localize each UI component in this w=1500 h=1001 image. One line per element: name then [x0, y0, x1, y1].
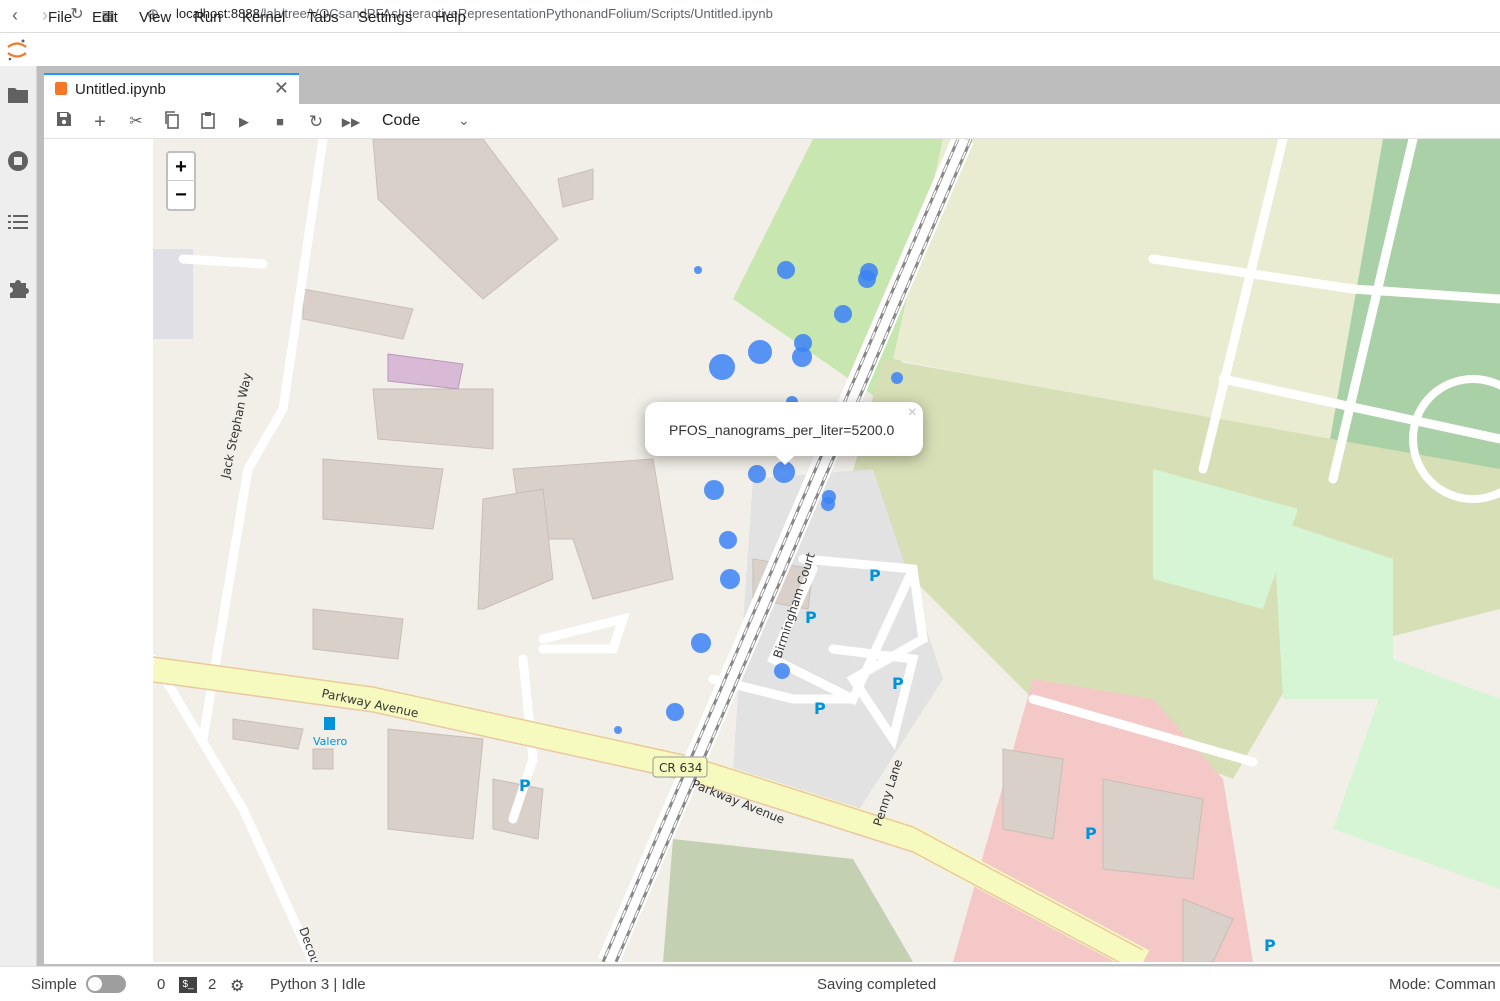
zoom-in-button[interactable]: +: [166, 151, 196, 181]
menu-settings[interactable]: Settings: [358, 9, 412, 26]
sample-marker[interactable]: [748, 465, 766, 483]
cell-type-select[interactable]: Code: [382, 112, 420, 130]
popup-close-icon[interactable]: ×: [908, 404, 917, 422]
sample-marker[interactable]: [720, 569, 740, 589]
notebook-icon: [55, 82, 67, 95]
status-bar: [0, 966, 1500, 1001]
kernel-gear-icon[interactable]: ⚙: [230, 976, 244, 996]
copy-icon[interactable]: [161, 111, 183, 133]
run-all-icon[interactable]: ▶▶: [340, 111, 362, 133]
svg-text:P: P: [805, 608, 817, 627]
sample-marker[interactable]: [777, 261, 795, 279]
run-icon[interactable]: ▶: [233, 111, 255, 133]
save-icon[interactable]: [53, 111, 75, 133]
stop-icon[interactable]: ■: [269, 111, 291, 133]
map-tiles: P P P P P P P Jack Stephan Way Parkway A…: [153, 139, 1500, 962]
tab-title: Untitled.ipynb: [75, 81, 166, 98]
sample-marker[interactable]: [834, 305, 852, 323]
notebook-mode: Mode: Comman: [1389, 976, 1496, 993]
terminal-icon[interactable]: $_: [179, 977, 197, 993]
running-kernels-icon[interactable]: [6, 150, 30, 174]
menu-help[interactable]: Help: [435, 9, 466, 26]
sample-marker[interactable]: [694, 266, 702, 274]
insert-cell-icon[interactable]: +: [89, 111, 111, 133]
table-of-contents-icon[interactable]: [6, 213, 30, 237]
zoom-out-button[interactable]: −: [166, 181, 196, 211]
simple-mode-toggle[interactable]: [86, 975, 126, 993]
kernel-count[interactable]: 2: [208, 976, 216, 993]
simple-mode-label: Simple: [31, 976, 77, 993]
jupyter-logo-icon: [6, 38, 28, 62]
svg-text:P: P: [869, 566, 881, 585]
popup-text: PFOS_nanograms_per_liter=5200.0: [669, 422, 895, 438]
close-tab-icon[interactable]: ✕: [274, 78, 289, 99]
menu-bar: [0, 33, 1500, 67]
menu-kernel[interactable]: Kernel: [242, 9, 285, 26]
svg-text:P: P: [892, 674, 904, 693]
sample-marker[interactable]: [821, 497, 835, 511]
menu-tabs[interactable]: Tabs: [307, 9, 339, 26]
svg-text:P: P: [814, 699, 826, 718]
sample-marker[interactable]: [792, 347, 812, 367]
menu-file[interactable]: File: [48, 9, 72, 26]
tab-untitled-ipynb[interactable]: Untitled.ipynb ✕: [44, 73, 299, 104]
label-cr-634: CR 634: [659, 761, 702, 775]
sample-marker[interactable]: [709, 354, 735, 380]
popup-tip: [775, 455, 795, 465]
sample-marker[interactable]: [666, 703, 684, 721]
menu-view[interactable]: View: [139, 9, 171, 26]
chevron-down-icon[interactable]: ⌄: [458, 112, 470, 129]
folium-map[interactable]: P P P P P P P Jack Stephan Way Parkway A…: [153, 139, 1500, 962]
sample-marker[interactable]: [614, 726, 622, 734]
fuel-station-icon: [324, 717, 335, 730]
back-icon[interactable]: ‹: [4, 4, 26, 26]
restart-kernel-icon[interactable]: ↻: [305, 111, 327, 133]
paste-icon[interactable]: [197, 111, 219, 133]
notebook-toolbar: [44, 104, 1500, 139]
sample-marker[interactable]: [748, 340, 772, 364]
sample-marker[interactable]: [719, 531, 737, 549]
sample-marker[interactable]: [774, 663, 790, 679]
left-sidebar: [0, 66, 37, 966]
status-message: Saving completed: [817, 976, 937, 993]
sample-marker[interactable]: [858, 270, 876, 288]
sample-marker[interactable]: [691, 633, 711, 653]
svg-text:P: P: [1085, 824, 1097, 843]
svg-text:P: P: [1264, 936, 1276, 955]
label-valero: Valero: [313, 735, 348, 748]
svg-text:P: P: [519, 776, 531, 795]
cut-icon[interactable]: ✂: [125, 111, 147, 133]
folder-icon[interactable]: [6, 86, 30, 110]
menu-run[interactable]: Run: [194, 9, 222, 26]
sample-marker[interactable]: [704, 480, 724, 500]
menu-edit[interactable]: Edit: [92, 9, 118, 26]
map-popup: PFOS_nanograms_per_liter=5200.0 ×: [645, 402, 923, 456]
kernel-status[interactable]: Python 3 | Idle: [270, 976, 366, 993]
terminal-count[interactable]: 0: [157, 976, 165, 993]
sample-marker[interactable]: [891, 372, 903, 384]
extensions-puzzle-icon[interactable]: [6, 277, 30, 301]
